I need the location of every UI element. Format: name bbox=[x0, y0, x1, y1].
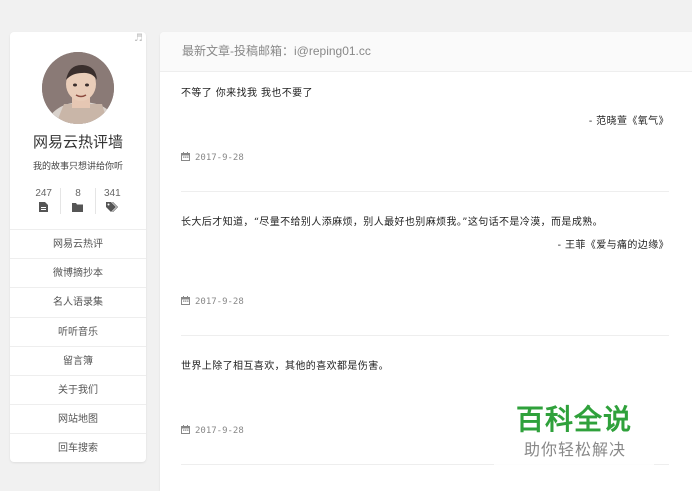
tag-icon bbox=[96, 200, 129, 214]
site-title[interactable]: 网易云热评墙 bbox=[10, 131, 146, 152]
divider bbox=[181, 191, 669, 192]
watermark-title: 百科全说 bbox=[516, 403, 633, 436]
stat-posts[interactable]: 247 bbox=[27, 188, 62, 214]
post-date: 2017-9-28 bbox=[181, 425, 244, 437]
sidebar: ♬ 网易云热评墙 我的故事只想讲给你听 247 8 341 网易云热评 微博摘抄… bbox=[10, 32, 146, 462]
site-description: 我的故事只想讲给你听 bbox=[32, 161, 123, 171]
document-icon bbox=[27, 200, 60, 214]
post-item[interactable]: 长大后才知道，“尽量不给别人添麻烦，别人最好也别麻烦我。”这句话不是冷漠，而是成… bbox=[181, 215, 669, 251]
post-item[interactable]: 不等了 你来找我 我也不要了 - 范晓萱《氧气》 bbox=[181, 86, 669, 127]
main-header: 最新文章-投稿邮箱：i@reping01.cc bbox=[160, 32, 692, 72]
watermark-subtitle: 助你轻松解决 bbox=[524, 440, 627, 459]
stat-categories[interactable]: 8 bbox=[61, 188, 96, 214]
folder-icon bbox=[61, 200, 94, 214]
post-date: 2017-9-28 bbox=[181, 152, 244, 164]
post-text[interactable]: 不等了 你来找我 我也不要了 bbox=[181, 86, 669, 102]
nav-item-about[interactable]: 关于我们 bbox=[10, 374, 146, 404]
nav-item-music[interactable]: 听听音乐 bbox=[10, 316, 146, 346]
stat-posts-count: 247 bbox=[35, 188, 52, 199]
nav-item-quotes[interactable]: 名人语录集 bbox=[10, 287, 146, 316]
post-date-text: 2017-9-28 bbox=[195, 153, 244, 163]
post-source: - 范晓萱《氧气》 bbox=[588, 116, 669, 127]
nav-item-search[interactable]: 回车搜索 bbox=[10, 433, 146, 462]
stat-tags[interactable]: 341 bbox=[96, 188, 129, 214]
sidebar-nav: 网易云热评 微博摘抄本 名人语录集 听听音乐 留言簿 关于我们 网站地图 回车搜… bbox=[10, 229, 146, 463]
post-date-text: 2017-9-28 bbox=[195, 297, 244, 307]
stat-tags-count: 341 bbox=[103, 188, 121, 199]
divider bbox=[181, 335, 669, 336]
post-text[interactable]: 世界上除了相互喜欢，其他的喜欢都是伤害。 bbox=[181, 359, 669, 375]
calendar-icon bbox=[181, 425, 190, 437]
music-note-icon[interactable]: ♬ bbox=[134, 33, 143, 44]
post-source: - 王菲《爱与痛的边缘》 bbox=[557, 240, 669, 251]
nav-item-weibo-notes[interactable]: 微博摘抄本 bbox=[10, 258, 146, 287]
post-date: 2017-9-28 bbox=[181, 296, 244, 308]
post-text[interactable]: 长大后才知道，“尽量不给别人添麻烦，别人最好也别麻烦我。”这句话不是冷漠，而是成… bbox=[181, 215, 669, 231]
nav-item-hot-comments[interactable]: 网易云热评 bbox=[10, 229, 146, 258]
nav-item-guestbook[interactable]: 留言簿 bbox=[10, 345, 146, 375]
post-item[interactable]: 世界上除了相互喜欢，其他的喜欢都是伤害。 bbox=[181, 359, 669, 375]
avatar bbox=[42, 52, 114, 124]
nav-item-sitemap[interactable]: 网站地图 bbox=[10, 404, 146, 433]
calendar-icon bbox=[181, 296, 190, 308]
post-date-text: 2017-9-28 bbox=[195, 426, 244, 436]
stat-categories-count: 8 bbox=[75, 188, 81, 199]
stats: 247 8 341 bbox=[27, 188, 129, 214]
calendar-icon bbox=[181, 152, 190, 164]
